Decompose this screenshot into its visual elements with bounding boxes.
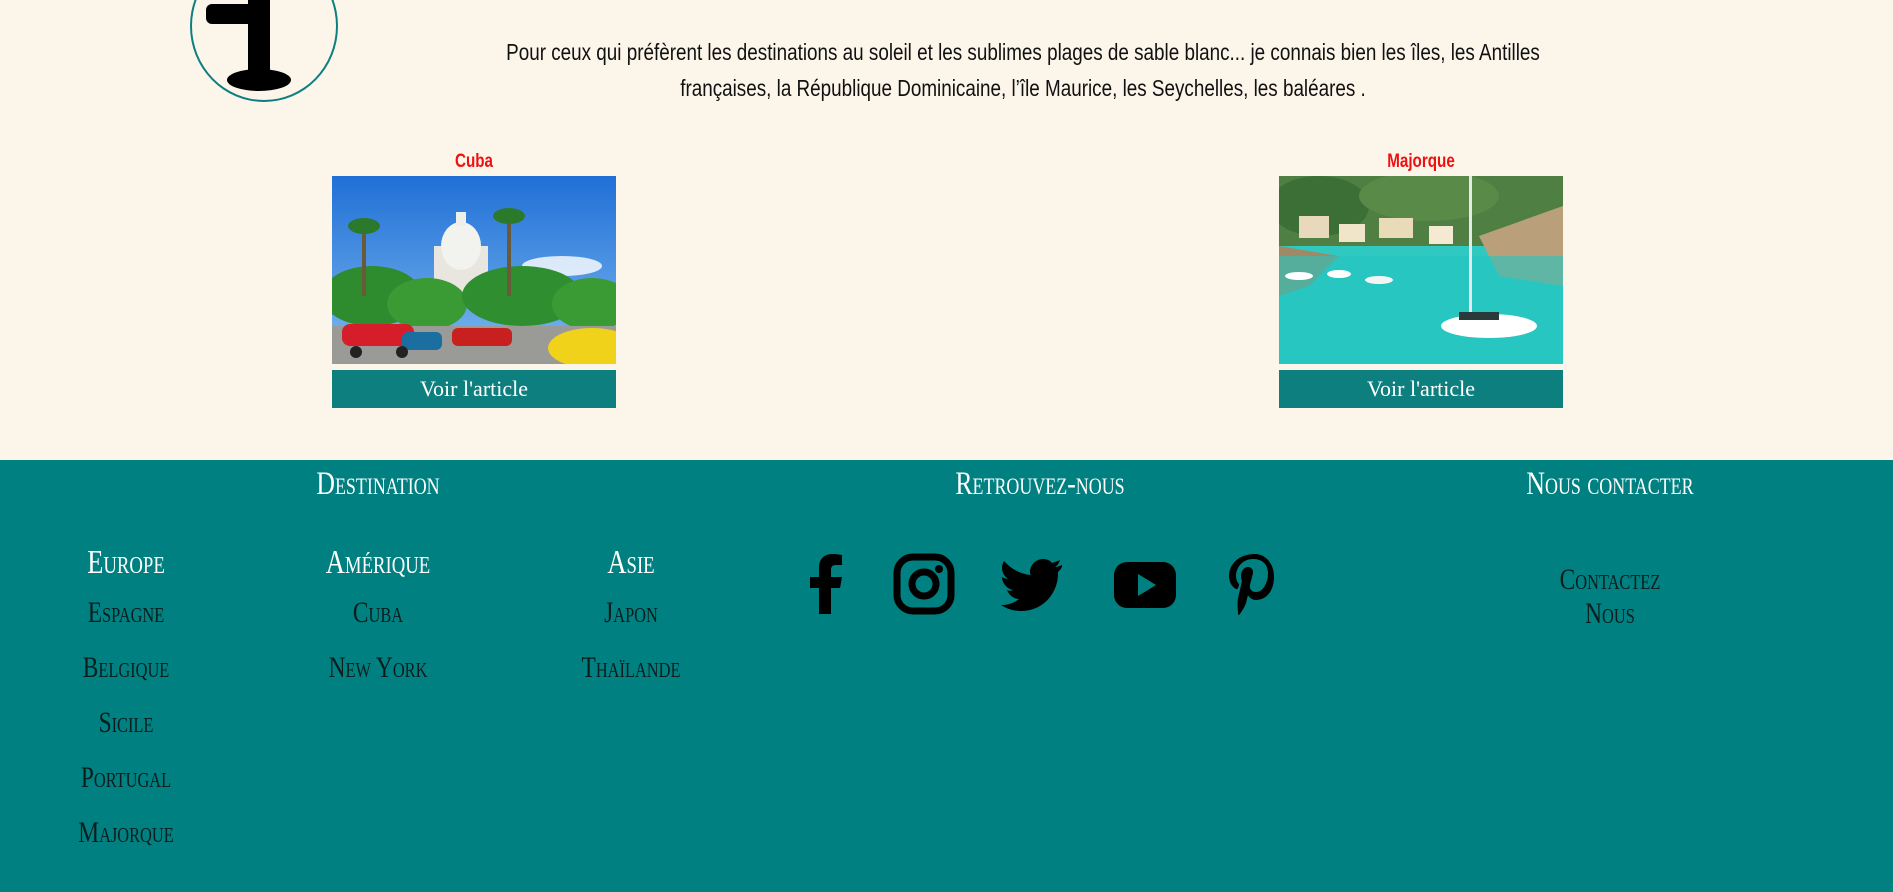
column-title-amerique: Amérique <box>325 544 431 581</box>
asie-links: Japon Thaïlande <box>531 596 731 706</box>
read-article-button[interactable]: Voir l'article <box>332 370 616 408</box>
contact-heading: Nous contacter <box>1526 466 1694 502</box>
intro-text: Pour ceux qui préfèrent les destinations… <box>506 39 1540 101</box>
article-card-cuba: Cuba Voir l'article <box>332 148 616 408</box>
youtube-icon[interactable] <box>1112 552 1176 616</box>
contact-link[interactable]: Contactez Nous <box>1532 563 1688 631</box>
link-portugal[interactable]: Portugal <box>48 761 204 816</box>
link-sicile[interactable]: Sicile <box>48 706 204 761</box>
link-thailande[interactable]: Thaïlande <box>553 651 709 706</box>
link-japon[interactable]: Japon <box>553 596 709 651</box>
destination-heading: Destination <box>316 466 440 502</box>
pinterest-icon[interactable] <box>1222 552 1286 616</box>
card-title: Majorque <box>1387 151 1455 172</box>
read-article-button[interactable]: Voir l'article <box>1279 370 1563 408</box>
link-espagne[interactable]: Espagne <box>48 596 204 651</box>
card-title: Cuba <box>455 151 493 172</box>
footer: Destination Retrouvez-nous Nous contacte… <box>0 460 1893 892</box>
social-heading: Retrouvez-nous <box>955 466 1125 502</box>
signpost-icon <box>206 0 291 91</box>
cuba-photo <box>332 176 616 364</box>
link-majorque[interactable]: Majorque <box>48 816 204 871</box>
column-title-asie: Asie <box>607 544 655 581</box>
majorque-photo <box>1279 176 1563 364</box>
twitter-icon[interactable] <box>1000 552 1064 616</box>
link-new-york[interactable]: New York <box>300 651 456 706</box>
europe-links: Espagne Belgique Sicile Portugal Majorqu… <box>26 596 226 871</box>
signpost-logo <box>190 0 338 102</box>
column-title-europe: Europe <box>87 544 165 581</box>
instagram-icon[interactable] <box>892 552 956 616</box>
content-section: Pour ceux qui préfèrent les destinations… <box>0 0 1893 460</box>
link-cuba[interactable]: Cuba <box>300 596 456 651</box>
facebook-icon[interactable] <box>795 552 859 616</box>
amerique-links: Cuba New York <box>278 596 478 706</box>
article-card-majorque: Majorque Voir l'article <box>1279 148 1563 408</box>
link-belgique[interactable]: Belgique <box>48 651 204 706</box>
